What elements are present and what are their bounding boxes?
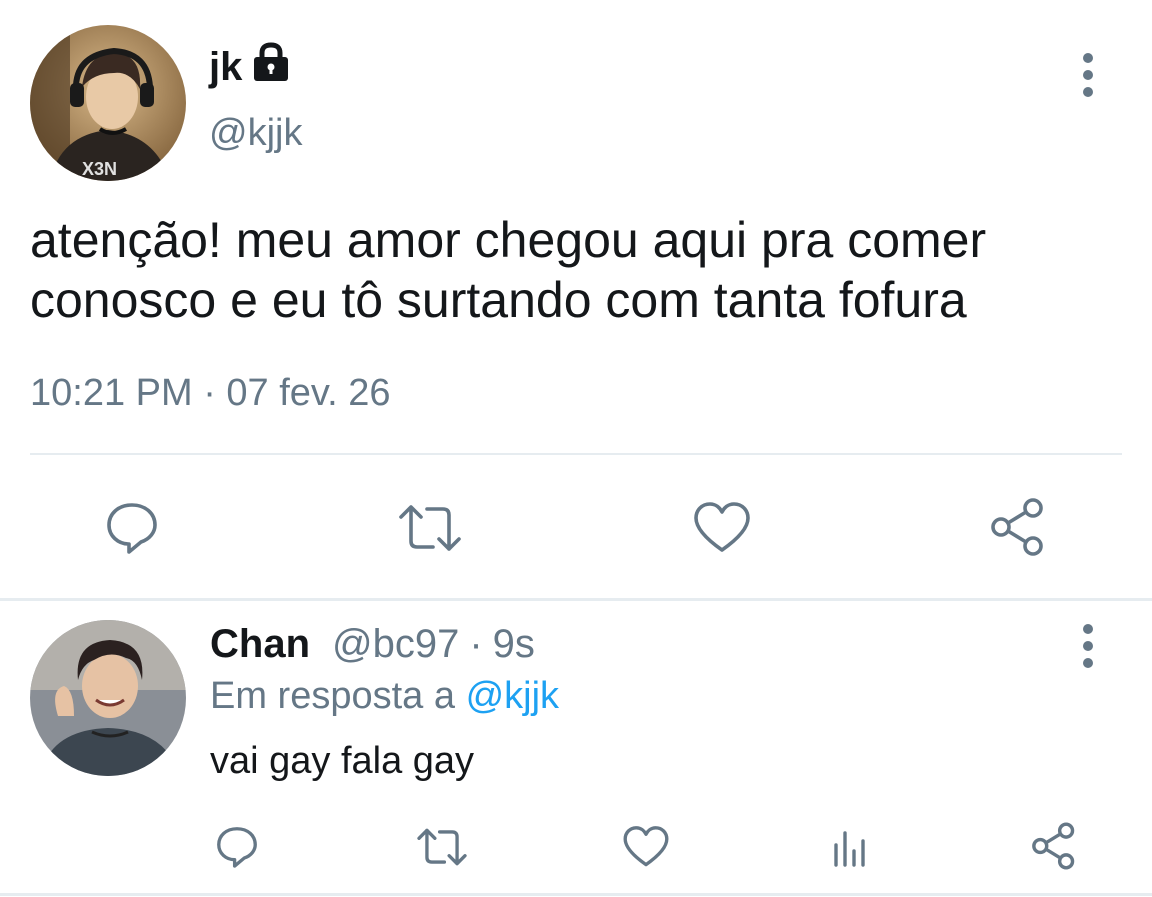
more-options-icon[interactable]: [1078, 624, 1098, 668]
handle[interactable]: @bc97: [332, 622, 459, 667]
divider: [0, 893, 1152, 896]
replying-to-label: Em resposta a: [210, 675, 455, 717]
mention-link[interactable]: @kjjk: [466, 675, 559, 717]
display-name[interactable]: jk: [209, 42, 292, 92]
handle[interactable]: @kjjk: [209, 112, 302, 155]
svg-text:X3N: X3N: [82, 159, 117, 179]
reply-icon[interactable]: [100, 498, 164, 558]
timestamp[interactable]: 10:21 PM · 07 fev. 26: [30, 372, 391, 415]
reply-header: Chan @bc97 · 9s: [210, 622, 535, 667]
retweet-icon[interactable]: [394, 498, 466, 558]
divider: [0, 598, 1152, 601]
avatar[interactable]: X3N: [30, 25, 186, 181]
share-icon[interactable]: [986, 496, 1050, 558]
like-icon[interactable]: [620, 822, 672, 872]
separator: ·: [469, 622, 483, 666]
replying-to: Em resposta a @kjjk: [210, 675, 559, 718]
display-name[interactable]: Chan: [210, 622, 310, 667]
divider: [30, 453, 1122, 455]
reply-icon[interactable]: [212, 822, 262, 872]
share-icon[interactable]: [1028, 820, 1080, 872]
main-tweet: X3N jk @kjjk atenção! meu amor chegou aq…: [0, 0, 1152, 600]
more-options-icon[interactable]: [1078, 53, 1098, 97]
tweet-text: atenção! meu amor chegou aqui pra comer …: [30, 212, 987, 328]
analytics-icon[interactable]: [826, 822, 874, 872]
like-icon[interactable]: [690, 498, 754, 558]
retweet-icon[interactable]: [412, 822, 472, 872]
lock-icon: [250, 42, 292, 92]
time-ago[interactable]: 9s: [493, 622, 535, 667]
tweet-text: vai gay fala gay: [210, 740, 475, 782]
display-name-text[interactable]: jk: [209, 45, 242, 90]
avatar[interactable]: [30, 620, 186, 776]
